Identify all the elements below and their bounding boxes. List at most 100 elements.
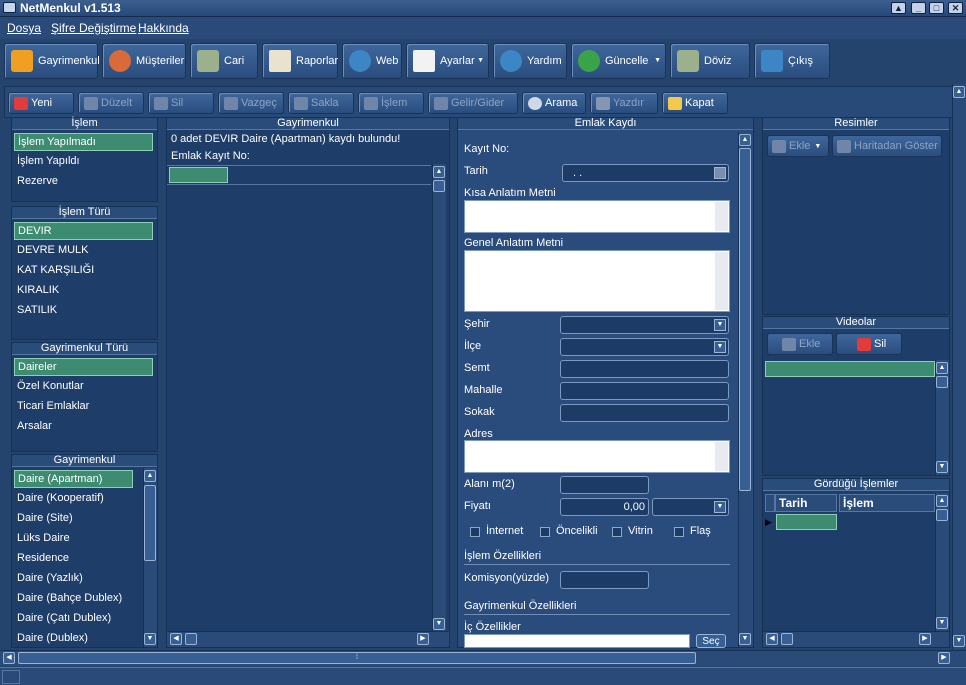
alan-field[interactable] bbox=[560, 476, 649, 494]
sehir-select[interactable]: ▼ bbox=[560, 316, 729, 334]
fiyat-field[interactable]: 0,00 bbox=[560, 498, 649, 516]
scroll-down-icon[interactable]: ▼ bbox=[739, 633, 751, 645]
islem-item-yapildi[interactable]: İşlem Yapıldı bbox=[14, 152, 80, 170]
memo-scrollbar[interactable] bbox=[715, 442, 728, 471]
scroll-thumb[interactable] bbox=[144, 485, 156, 561]
chevron-down-icon[interactable]: ▼ bbox=[714, 341, 726, 353]
col-islem[interactable]: İşlem bbox=[839, 494, 935, 512]
grid-row[interactable] bbox=[167, 165, 431, 185]
flas-checkbox[interactable] bbox=[674, 527, 684, 537]
toolbar-ayarlar-button[interactable]: Ayarlar ▼ bbox=[406, 43, 489, 79]
scroll-right-icon[interactable]: ▶ bbox=[417, 633, 429, 645]
yeni-button[interactable]: Yeni bbox=[8, 92, 74, 114]
gayrimenkul-list-item[interactable]: Daire (Bahçe Dublex) bbox=[14, 589, 122, 607]
scroll-up-icon[interactable]: ▲ bbox=[433, 166, 445, 178]
scroll-thumb[interactable] bbox=[433, 180, 445, 192]
sec-button[interactable]: Seç bbox=[696, 634, 726, 648]
scroll-down-icon[interactable]: ▼ bbox=[936, 617, 948, 629]
video-list-selected-row[interactable] bbox=[765, 361, 935, 377]
scroll-up-icon[interactable]: ▲ bbox=[936, 362, 948, 374]
menu-dosya[interactable]: Dosya bbox=[7, 21, 41, 35]
gelir-gider-button[interactable]: Gelir/Gider bbox=[428, 92, 518, 114]
arama-button[interactable]: Arama bbox=[522, 92, 586, 114]
adres-textarea[interactable] bbox=[464, 440, 730, 473]
scroll-up-icon[interactable]: ▲ bbox=[144, 470, 156, 482]
semt-field[interactable] bbox=[560, 360, 729, 378]
islem-button[interactable]: İşlem bbox=[358, 92, 424, 114]
yazdir-button[interactable]: Yazdır bbox=[590, 92, 658, 114]
video-ekle-button[interactable]: Ekle bbox=[767, 333, 833, 355]
chevron-down-icon[interactable]: ▼ bbox=[714, 319, 726, 331]
toolbar-cikis-button[interactable]: Çıkış bbox=[754, 43, 830, 79]
scroll-thumb[interactable] bbox=[936, 509, 948, 521]
gayrimenkul-list-item[interactable]: Daire (Çatı Dublex) bbox=[14, 609, 111, 627]
window-horizontal-scrollbar[interactable]: ◀ ⁞ ▶ bbox=[0, 650, 966, 666]
islem-item-rezerve[interactable]: Rezerve bbox=[14, 172, 58, 190]
islem-turu-item[interactable]: KIRALIK bbox=[14, 281, 59, 299]
window-vertical-scrollbar[interactable]: ▲ ▼ bbox=[952, 84, 966, 649]
toolbar-yardim-button[interactable]: Yardım bbox=[493, 43, 567, 79]
gayrimenkul-turu-item[interactable]: Arsalar bbox=[14, 417, 52, 435]
scroll-up-icon[interactable]: ▲ bbox=[953, 86, 965, 98]
scroll-down-icon[interactable]: ▼ bbox=[144, 633, 156, 645]
maximize-icon[interactable]: □ bbox=[929, 2, 944, 14]
middle-horizontal-scrollbar[interactable]: ◀ ▶ bbox=[167, 631, 449, 647]
scroll-thumb[interactable] bbox=[781, 633, 793, 645]
grid-cell-selected[interactable] bbox=[169, 167, 228, 183]
grid-cell-selected[interactable] bbox=[776, 514, 837, 530]
gayrimenkul-list-item[interactable]: Daire (Site) bbox=[14, 509, 73, 527]
scroll-left-icon[interactable]: ◀ bbox=[170, 633, 182, 645]
gayrimenkul-turu-item[interactable]: Ticari Emlaklar bbox=[14, 397, 89, 415]
ilce-select[interactable]: ▼ bbox=[560, 338, 729, 356]
gayrimenkul-list-item[interactable]: Residence bbox=[14, 549, 69, 567]
video-list-scrollbar[interactable]: ▲ ▼ bbox=[935, 360, 949, 475]
tarih-field[interactable]: . . bbox=[562, 164, 729, 182]
internet-checkbox[interactable] bbox=[470, 527, 480, 537]
toolbar-raporlar-button[interactable]: Raporlar bbox=[262, 43, 338, 79]
gayrimenkul-list-item[interactable]: Daire (Dublex) bbox=[14, 629, 88, 647]
ic-ozellikler-field[interactable] bbox=[464, 634, 690, 648]
scroll-left-icon[interactable]: ◀ bbox=[766, 633, 778, 645]
islem-turu-item[interactable]: KAT KARŞILIĞI bbox=[14, 261, 94, 279]
vazgec-button[interactable]: Vazgeç bbox=[218, 92, 284, 114]
menu-sifre[interactable]: Şifre Değiştirme bbox=[51, 21, 136, 35]
minimize-icon[interactable]: _ bbox=[911, 2, 926, 14]
islem-turu-item[interactable]: SATILIK bbox=[14, 301, 57, 319]
middle-vertical-scrollbar[interactable]: ▲ ▼ bbox=[432, 164, 446, 632]
close-icon[interactable]: ✕ bbox=[948, 2, 963, 14]
toolbar-guncelle-button[interactable]: Güncelle ▼ bbox=[571, 43, 666, 79]
menu-hakkinda[interactable]: Hakkında bbox=[138, 21, 189, 35]
gayrimenkul-turu-item[interactable]: Daireler bbox=[14, 358, 153, 376]
kisa-anlatim-textarea[interactable] bbox=[464, 200, 730, 233]
scroll-thumb[interactable] bbox=[936, 376, 948, 388]
mahalle-field[interactable] bbox=[560, 382, 729, 400]
video-sil-button[interactable]: Sil bbox=[836, 333, 902, 355]
gordugu-scrollbar[interactable]: ▲ ▼ bbox=[935, 493, 949, 631]
chevron-down-icon[interactable]: ▼ bbox=[714, 501, 726, 513]
oncelikli-checkbox[interactable] bbox=[540, 527, 550, 537]
sokak-field[interactable] bbox=[560, 404, 729, 422]
islem-turu-item[interactable]: DEVRE MULK bbox=[14, 241, 89, 259]
kapat-button[interactable]: Kapat bbox=[662, 92, 728, 114]
gayrimenkul-turu-item[interactable]: Özel Konutlar bbox=[14, 377, 84, 395]
scroll-up-icon[interactable]: ▲ bbox=[739, 134, 751, 146]
scroll-right-icon[interactable]: ▶ bbox=[938, 652, 950, 664]
haritadan-goster-button[interactable]: Haritadan Göster bbox=[832, 135, 942, 157]
scroll-left-icon[interactable]: ◀ bbox=[3, 652, 15, 664]
duzelt-button[interactable]: Düzelt bbox=[78, 92, 144, 114]
scroll-up-icon[interactable]: ▲ bbox=[936, 495, 948, 507]
memo-scrollbar[interactable] bbox=[715, 202, 728, 231]
toolbar-gayrimenkul-button[interactable]: Gayrimenkul bbox=[4, 43, 100, 79]
app-icon[interactable] bbox=[3, 2, 16, 13]
scroll-thumb[interactable] bbox=[185, 633, 197, 645]
sakla-button[interactable]: Sakla bbox=[288, 92, 354, 114]
toolbar-cari-button[interactable]: Cari bbox=[190, 43, 258, 79]
scroll-thumb[interactable] bbox=[739, 148, 751, 491]
scroll-thumb[interactable]: ⁞ bbox=[18, 652, 696, 664]
col-tarih[interactable]: Tarih bbox=[775, 494, 837, 512]
genel-anlatim-textarea[interactable] bbox=[464, 250, 730, 312]
toolbar-musteriler-button[interactable]: Müşteriler bbox=[102, 43, 186, 79]
calendar-icon[interactable] bbox=[714, 167, 726, 179]
toolbar-doviz-button[interactable]: Döviz bbox=[670, 43, 750, 79]
memo-scrollbar[interactable] bbox=[715, 252, 728, 310]
